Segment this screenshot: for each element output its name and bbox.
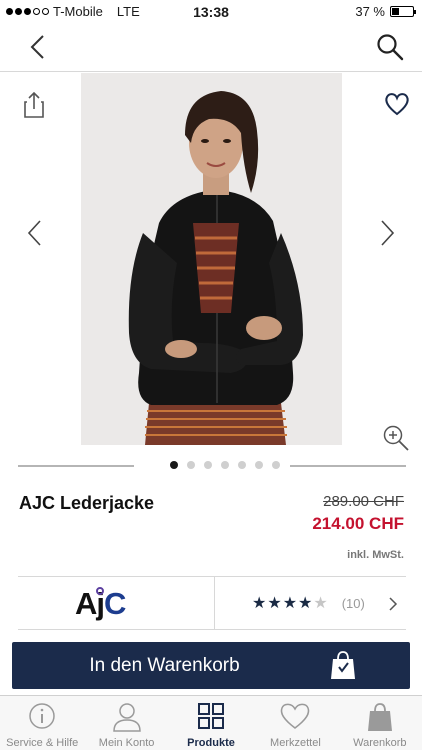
- star-icon: ★: [298, 595, 313, 612]
- pager-dot[interactable]: [204, 461, 212, 469]
- star-icon: ★: [313, 595, 328, 612]
- tab-bar: Service & Hilfe Mein Konto Produkte Merk…: [0, 695, 422, 750]
- pager-dot[interactable]: [187, 461, 195, 469]
- tab-products[interactable]: Produkte: [169, 696, 253, 750]
- add-to-cart-button[interactable]: In den Warenkorb: [12, 642, 410, 689]
- brand-logo[interactable]: AjC: [75, 586, 126, 622]
- rating-stars: ★ ★ ★ ★ ★: [252, 593, 328, 613]
- product-gallery[interactable]: [0, 73, 422, 456]
- shopping-bag-icon: [367, 702, 393, 737]
- chevron-right-icon: [381, 220, 395, 246]
- status-right: 37 %: [355, 4, 416, 19]
- pager-dot[interactable]: [272, 461, 280, 469]
- vat-note: inkl. MwSt.: [347, 549, 404, 561]
- product-photo: [81, 73, 342, 445]
- tab-label: Warenkorb: [353, 737, 407, 749]
- tab-label: Mein Konto: [98, 737, 155, 749]
- nav-bar: [0, 22, 422, 72]
- status-bar: T-Mobile LTE 13:38 37 %: [0, 0, 422, 22]
- brand-logo-c: C: [104, 586, 126, 621]
- image-pager: [18, 459, 406, 473]
- chevron-left-icon: [27, 220, 41, 246]
- back-button[interactable]: [20, 30, 54, 64]
- tab-service[interactable]: Service & Hilfe: [0, 696, 84, 750]
- pager-line-right: [290, 465, 406, 467]
- heart-icon: [279, 702, 311, 735]
- pager-dots[interactable]: [170, 461, 280, 469]
- star-icon: ★: [252, 595, 267, 612]
- pager-line-left: [18, 465, 134, 467]
- grid-icon: [197, 702, 225, 735]
- rating-chevron[interactable]: [388, 596, 398, 617]
- wishlist-button[interactable]: [383, 91, 411, 117]
- search-button[interactable]: [373, 30, 407, 64]
- user-icon: [111, 702, 143, 737]
- brand-logo-a: A: [75, 586, 97, 621]
- add-to-cart-label: In den Warenkorb: [89, 655, 240, 676]
- previous-image-button[interactable]: [22, 213, 46, 253]
- share-button[interactable]: [22, 91, 46, 119]
- divider: [214, 577, 215, 629]
- chevron-left-icon: [30, 35, 44, 59]
- review-count: (10): [341, 595, 365, 611]
- star-icon: ★: [267, 595, 282, 612]
- tab-label: Produkte: [187, 737, 235, 749]
- star-icon: ★: [282, 595, 298, 612]
- tab-cart[interactable]: Warenkorb: [338, 696, 422, 750]
- pager-dot[interactable]: [255, 461, 263, 469]
- tab-label: Service & Hilfe: [6, 737, 79, 749]
- chevron-right-icon: [389, 597, 398, 611]
- tab-account[interactable]: Mein Konto: [84, 696, 168, 750]
- zoom-button[interactable]: [381, 423, 411, 453]
- battery-percent: 37 %: [355, 4, 385, 19]
- info-icon: [28, 702, 56, 735]
- sale-price: 214.00 CHF: [312, 514, 404, 533]
- heart-icon: [385, 93, 409, 116]
- product-name: AJC Lederjacke: [19, 493, 155, 513]
- rating-link[interactable]: ★ ★ ★ ★ ★ (10): [252, 593, 365, 613]
- next-image-button[interactable]: [376, 213, 400, 253]
- battery-icon: [390, 6, 416, 17]
- tab-wishlist[interactable]: Merkzettel: [253, 696, 337, 750]
- product-image[interactable]: [81, 73, 342, 445]
- share-icon: [24, 91, 44, 118]
- shopping-bag-icon: [330, 650, 356, 685]
- tab-label: Merkzettel: [270, 737, 321, 749]
- brand-logo-ring: [96, 587, 104, 595]
- brand-rating-row: AjC ★ ★ ★ ★ ★ (10): [18, 576, 406, 630]
- pager-dot[interactable]: [238, 461, 246, 469]
- search-icon: [377, 34, 404, 61]
- zoom-in-icon: [383, 425, 409, 451]
- pager-dot[interactable]: [170, 461, 178, 469]
- old-price: 289.00 CHF: [323, 493, 404, 510]
- battery-level: [392, 8, 400, 15]
- pager-dot[interactable]: [221, 461, 229, 469]
